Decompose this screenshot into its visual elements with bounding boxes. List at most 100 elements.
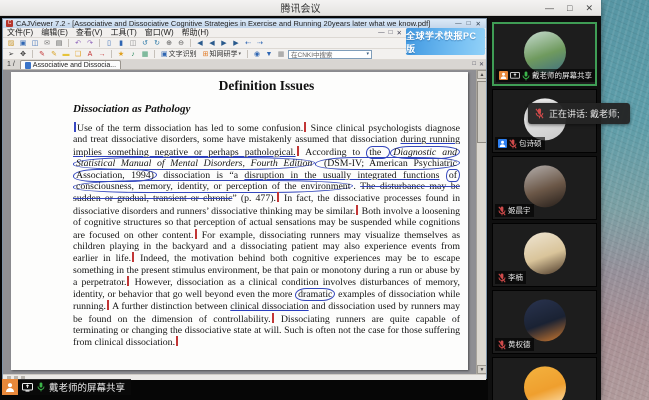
save-all-icon[interactable]: ◫	[30, 39, 40, 48]
cnki-study-button[interactable]: ⊞知网研学▾	[201, 49, 243, 59]
facing-page-icon[interactable]: ◫	[128, 39, 138, 48]
doc-restore-button[interactable]: □	[389, 29, 393, 37]
arrow-annotation-icon[interactable]: →	[97, 50, 107, 59]
toolbar-separator	[190, 39, 191, 47]
participant-name-chip: 李楠	[495, 271, 526, 284]
first-page-icon[interactable]: ◀	[195, 39, 205, 48]
screen-share-banner: 戴老师的屏幕共享	[2, 379, 131, 395]
screen-share-label: 戴老师的屏幕共享	[49, 380, 125, 394]
mail-icon[interactable]: ✉	[42, 39, 52, 48]
last-page-icon[interactable]: ▶	[231, 39, 241, 48]
zoom-in-icon[interactable]: ⊕	[164, 39, 174, 48]
minimize-button[interactable]: —	[455, 20, 462, 28]
text-segment: Use of the term dissociation has led to …	[77, 123, 303, 134]
annotation-insertion-mark	[277, 192, 279, 202]
menu-view[interactable]: 查看(V)	[76, 27, 103, 38]
grid-icon[interactable]: ▦	[276, 50, 286, 59]
highlighter-icon[interactable]: ▬	[61, 50, 71, 59]
participant-name: 李楠	[508, 272, 523, 283]
download-icon[interactable]: ▼	[264, 50, 274, 59]
participant-name-chip: 戴老师的屏幕共享	[496, 69, 595, 82]
pdf-page[interactable]: Definition Issues Dissociation as Pathol…	[11, 72, 468, 370]
mic-muted-icon	[498, 273, 506, 283]
avatar	[524, 299, 566, 341]
screen-share-label-wrap: 戴老师的屏幕共享	[18, 379, 131, 395]
doc-close-button[interactable]: ✕	[397, 29, 402, 37]
forward-icon[interactable]: ⇢	[255, 39, 265, 48]
maximize-button[interactable]: □	[467, 20, 471, 28]
participant-tile[interactable]: 姬晨宇	[492, 156, 597, 220]
single-page-icon[interactable]: ▯	[104, 39, 114, 48]
text-segment: ” (p. 477).	[232, 193, 276, 204]
mic-muted-icon	[498, 206, 506, 216]
person-icon	[500, 72, 507, 79]
cnki-study-icon: ⊞	[203, 50, 209, 58]
participant-tile[interactable]: 黄权德	[492, 290, 597, 354]
scroll-down-arrow[interactable]: ▼	[477, 365, 486, 374]
hand-tool-icon[interactable]: ✥	[18, 50, 28, 59]
participant-tile[interactable]: 陈子海	[492, 357, 597, 400]
participants-panel: 戴老师的屏幕共享包诗硕姬晨宇李楠黄权德陈子海	[488, 17, 601, 400]
open-icon[interactable]: ▨	[6, 39, 16, 48]
rotate-left-icon[interactable]: ↺	[140, 39, 150, 48]
continuous-page-icon[interactable]: ▮	[116, 39, 126, 48]
mic-on-icon	[37, 382, 45, 392]
person-icon	[5, 382, 15, 392]
text-annotation-icon[interactable]: A	[85, 50, 95, 59]
ocr-button[interactable]: ▣文字识别	[159, 49, 199, 59]
back-icon[interactable]: ⇠	[243, 39, 253, 48]
vertical-scrollbar[interactable]: ▲ ▼	[476, 70, 486, 374]
mic-muted-icon	[498, 340, 506, 350]
redo-icon[interactable]: ↷	[85, 39, 95, 48]
presenter-icon	[2, 379, 18, 395]
image-icon[interactable]: ▦	[140, 50, 150, 59]
document-tab[interactable]: Associative and Dissocia...	[20, 60, 121, 69]
close-button[interactable]: ✕	[585, 0, 593, 16]
globe-icon[interactable]: ◉	[252, 50, 262, 59]
menu-file[interactable]: 文件(F)	[7, 27, 33, 38]
meeting-title-bar[interactable]: 腾讯会议 — □ ✕	[0, 0, 601, 16]
menu-window[interactable]: 窗口(W)	[145, 27, 174, 38]
mic-muted-icon	[535, 108, 544, 119]
next-page-icon[interactable]: ▶	[219, 39, 229, 48]
screen-share-icon	[510, 72, 520, 80]
prev-page-icon[interactable]: ◀	[207, 39, 217, 48]
presenter-badge	[499, 71, 508, 80]
select-tool-icon[interactable]: ➢	[6, 50, 16, 59]
minimize-button[interactable]: —	[545, 0, 554, 16]
star-icon[interactable]: ★	[116, 50, 126, 59]
menu-tools[interactable]: 工具(T)	[111, 27, 137, 38]
doc-minimize-button[interactable]: —	[378, 29, 385, 37]
scrollbar-thumb[interactable]	[477, 81, 486, 143]
toolbar-separator	[111, 50, 112, 58]
maximize-button[interactable]: □	[567, 0, 572, 16]
pencil-icon[interactable]: ✎	[49, 50, 59, 59]
text-segment	[439, 170, 445, 181]
tab-close-button[interactable]: ✕	[479, 61, 484, 68]
save-icon[interactable]: ▣	[18, 39, 28, 48]
ocr-icon: ▣	[161, 50, 168, 58]
participant-tile[interactable]: 戴老师的屏幕共享	[492, 22, 597, 86]
tab-restore-button[interactable]: □	[472, 61, 476, 68]
sound-icon[interactable]: ♪	[128, 50, 138, 59]
participant-tile[interactable]: 李楠	[492, 223, 597, 287]
red-pen-icon[interactable]: ✎	[37, 50, 47, 59]
undo-icon[interactable]: ↶	[73, 39, 83, 48]
rotate-right-icon[interactable]: ↻	[152, 39, 162, 48]
toolbar-separator	[154, 50, 155, 58]
text-segment: disruption in the usually integrated fun…	[244, 170, 439, 181]
cnki-search-input[interactable]: 在CNKI中搜索▾	[288, 50, 372, 59]
mic-on-icon	[522, 71, 530, 81]
print-icon[interactable]: ▤	[54, 39, 64, 48]
cnki-express-banner[interactable]: 全球学术快报PC版	[406, 28, 485, 55]
menu-help[interactable]: 帮助(H)	[182, 27, 209, 38]
note-icon[interactable]: ❑	[73, 50, 83, 59]
document-window-controls: — □ ✕	[378, 29, 402, 37]
scroll-up-arrow[interactable]: ▲	[477, 70, 486, 79]
close-button[interactable]: ✕	[476, 20, 481, 28]
menu-edit[interactable]: 编辑(E)	[41, 27, 68, 38]
text-segment: dissociation is “a	[157, 170, 244, 181]
cajviewer-app-icon: C	[6, 20, 13, 27]
zoom-out-icon[interactable]: ⊖	[176, 39, 186, 48]
participant-name: 黄权德	[508, 339, 531, 350]
